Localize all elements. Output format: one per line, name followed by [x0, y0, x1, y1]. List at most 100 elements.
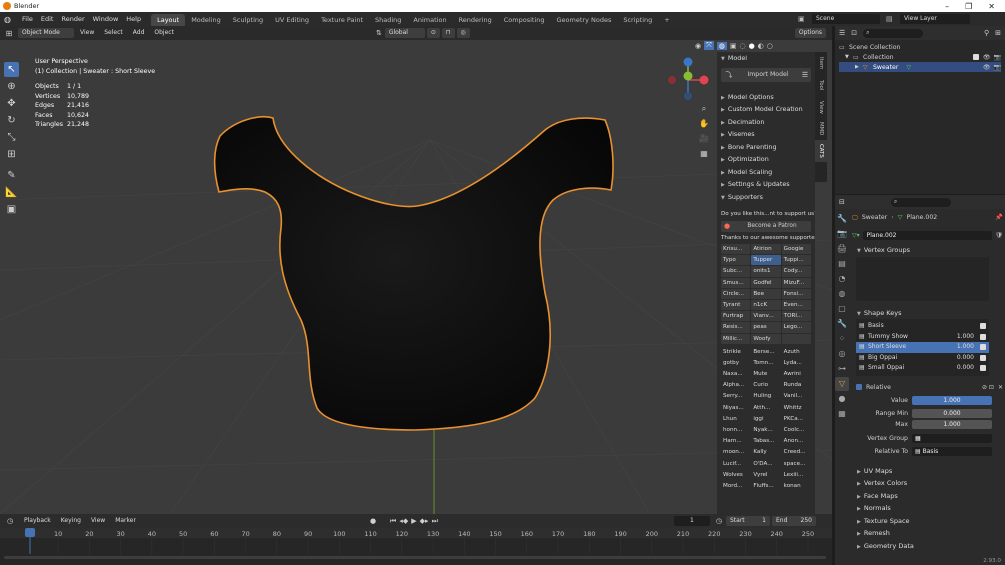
- shape-key-x-icon[interactable]: ✕: [998, 384, 1003, 391]
- featured-patron-15[interactable]: Tyrant: [721, 299, 751, 311]
- shape-key-clear-icon[interactable]: ⊘ ⊡: [982, 384, 994, 391]
- patron-2[interactable]: Azuth: [782, 347, 811, 357]
- collection-render-icon[interactable]: 📷: [994, 54, 1001, 61]
- constraints-props-icon[interactable]: ⊶: [835, 362, 849, 376]
- section-visemes[interactable]: ▶ Visemes: [717, 128, 815, 141]
- patron-20[interactable]: PKCa...: [782, 414, 811, 424]
- shape-key-mute-checkbox[interactable]: [980, 365, 986, 372]
- featured-patron-8[interactable]: Cody...: [781, 266, 811, 277]
- material-props-icon[interactable]: ●: [835, 392, 849, 406]
- wireframe-shading-icon[interactable]: ◌: [739, 42, 745, 50]
- view-layer-icon[interactable]: ▤: [886, 15, 900, 23]
- jump-start-icon[interactable]: ⏮: [390, 517, 396, 526]
- options-menu[interactable]: Options: [794, 28, 826, 38]
- timeline-scrollbar[interactable]: [4, 556, 826, 559]
- collection-row[interactable]: ▼ ▭ Collection 👁 📷: [839, 52, 1001, 62]
- featured-patron-5[interactable]: Tuppi...: [781, 255, 811, 266]
- camera-view-icon[interactable]: 🎥: [697, 134, 711, 149]
- section-supporters[interactable]: ▼ Supporters: [717, 191, 815, 204]
- featured-patron-10[interactable]: Godfel: [751, 277, 781, 288]
- featured-patron-26[interactable]: [781, 333, 811, 344]
- tab-tool[interactable]: Tool: [815, 74, 827, 96]
- sweater-object-row[interactable]: ▶ ▽ Sweater ▽ 👁 📷: [839, 62, 1001, 72]
- gizmo-toggle-icon[interactable]: ⤧: [704, 41, 714, 50]
- patron-11[interactable]: Runda: [782, 380, 811, 390]
- new-collection-icon[interactable]: ⊞: [995, 29, 1001, 37]
- navigation-gizmo[interactable]: [666, 56, 714, 104]
- menu-window[interactable]: Window: [89, 12, 123, 26]
- render-props-icon[interactable]: 📷: [835, 227, 849, 241]
- object-menu[interactable]: Object: [150, 28, 178, 38]
- patron-34[interactable]: Vyrel: [751, 470, 780, 480]
- patron-16[interactable]: Atth...: [751, 403, 780, 413]
- featured-patron-25[interactable]: Woofy: [751, 333, 781, 344]
- section-remesh[interactable]: ▶ Remesh: [852, 527, 1003, 540]
- select-menu[interactable]: Select: [100, 28, 127, 38]
- outliner-editor-type-icon[interactable]: ☰: [839, 29, 845, 37]
- view-menu[interactable]: View: [76, 28, 98, 38]
- view-layer-props-icon[interactable]: ▤: [835, 257, 849, 271]
- prev-key-icon[interactable]: ◂◆: [399, 517, 408, 525]
- collection-visibility-icon[interactable]: 👁: [983, 54, 991, 61]
- featured-patron-3[interactable]: Typo: [721, 255, 751, 266]
- texture-props-icon[interactable]: ▦: [835, 407, 849, 421]
- vertex-group-field[interactable]: ▦: [912, 433, 992, 443]
- measure-tool-icon[interactable]: 📐: [4, 185, 19, 200]
- tab-item[interactable]: Item: [815, 52, 827, 74]
- snap-icon[interactable]: ⊓: [441, 28, 455, 38]
- shape-key-row[interactable]: ▤ Small Oppai 0.000: [856, 363, 989, 374]
- shape-key-row[interactable]: ▤ Basis: [856, 321, 989, 332]
- patron-19[interactable]: iggi: [751, 414, 780, 424]
- tab-scripting[interactable]: Scripting: [617, 14, 658, 26]
- patron-35[interactable]: Lexiii...: [782, 470, 811, 480]
- tab-compositing[interactable]: Compositing: [498, 14, 551, 26]
- value-slider[interactable]: 1.000: [912, 395, 992, 405]
- keying-menu[interactable]: Keying: [57, 516, 85, 526]
- shape-key-value[interactable]: 1.000: [946, 342, 974, 353]
- list-menu-icon[interactable]: ☰: [799, 71, 811, 79]
- featured-patron-6[interactable]: Subc...: [721, 266, 751, 277]
- select-box-tool-icon[interactable]: ↖: [4, 62, 19, 77]
- shape-key-list[interactable]: ▤ Basis ▤ Tummy Show 1.000 ▤ Short Sleeve 1.000…: [856, 319, 989, 376]
- relative-checkbox[interactable]: [856, 384, 862, 390]
- section-face-maps[interactable]: ▶ Face Maps: [852, 490, 1003, 503]
- patron-9[interactable]: Alpha...: [721, 380, 750, 390]
- physics-props-icon[interactable]: ◎: [835, 347, 849, 361]
- relative-to-field[interactable]: ▤ Basis: [912, 446, 992, 456]
- vertex-groups-header[interactable]: ▼ Vertex Groups: [852, 244, 1003, 257]
- scale-tool-icon[interactable]: ⤡: [4, 130, 19, 145]
- section-uv-maps[interactable]: ▶ UV Maps: [852, 465, 1003, 478]
- mesh-browse-icon[interactable]: ▽▾: [852, 232, 860, 239]
- shape-key-mute-checkbox[interactable]: [980, 323, 986, 330]
- close-icon[interactable]: ✕: [988, 2, 995, 11]
- shape-key-row[interactable]: ▤ Short Sleeve 1.000: [856, 342, 989, 353]
- next-key-icon[interactable]: ◆▸: [420, 517, 429, 525]
- tab-view[interactable]: View: [815, 96, 827, 118]
- zoom-icon[interactable]: ⌕: [697, 104, 711, 119]
- patron-1[interactable]: Berse...: [751, 347, 780, 357]
- tab-uv-editing[interactable]: UV Editing: [269, 14, 315, 26]
- world-props-icon[interactable]: ◍: [835, 287, 849, 301]
- patron-29[interactable]: Creed...: [782, 447, 811, 457]
- timeline-ruler[interactable]: 1102030405060708090100110120130140150160…: [0, 528, 832, 565]
- add-workspace-icon[interactable]: +: [658, 14, 675, 26]
- scene-icon[interactable]: ▣: [798, 15, 812, 23]
- maximize-icon[interactable]: ❐: [965, 2, 972, 11]
- current-frame-field[interactable]: 1: [673, 516, 710, 526]
- outliner-search-field[interactable]: ⌕: [863, 28, 924, 38]
- overlays-toggle-icon[interactable]: ◍: [716, 41, 727, 50]
- record-icon[interactable]: ●: [370, 517, 376, 525]
- model-section-header[interactable]: ▼ Model: [717, 52, 815, 65]
- properties-editor-type-icon[interactable]: ⊟: [839, 198, 845, 206]
- filter-icon[interactable]: ⚲: [984, 29, 989, 37]
- patron-21[interactable]: honn...: [721, 425, 750, 435]
- modifier-props-icon[interactable]: 🔧: [835, 317, 849, 331]
- marker-menu[interactable]: Marker: [111, 516, 140, 526]
- pan-hand-icon[interactable]: ✋: [697, 119, 711, 134]
- shape-key-mute-checkbox[interactable]: [980, 344, 986, 351]
- section-model-scaling[interactable]: ▶ Model Scaling: [717, 166, 815, 179]
- output-props-icon[interactable]: 🖨: [835, 242, 849, 256]
- patron-32[interactable]: space...: [782, 459, 811, 469]
- solid-shading-icon[interactable]: ●: [749, 42, 755, 50]
- playhead[interactable]: [25, 528, 35, 537]
